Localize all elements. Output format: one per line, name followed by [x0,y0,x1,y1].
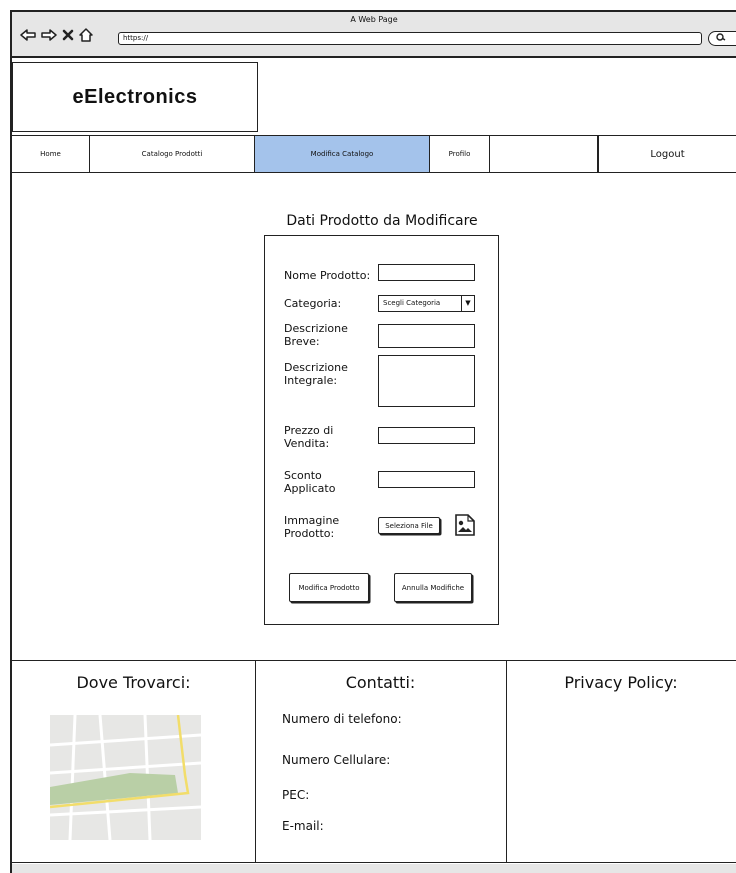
sconto-input[interactable] [378,471,475,488]
annulla-modifiche-button[interactable]: Annulla Modifiche [394,573,472,602]
descrizione-integrale-label: Descrizione Integrale: [284,361,348,387]
nome-prodotto-label: Nome Prodotto: [284,269,371,282]
nav-item-empty [490,136,598,172]
prezzo-label: Prezzo di Vendita: [284,424,333,450]
url-field[interactable]: https:// [118,32,702,45]
nav-item-catalogo-prodotti[interactable]: Catalogo Prodotti [90,136,255,172]
select-file-button[interactable]: Seleziona File [378,517,440,534]
modifica-prodotto-button[interactable]: Modifica Prodotto [289,573,369,602]
back-arrow-icon[interactable] [20,29,36,41]
categoria-label: Categoria: [284,297,342,310]
descrizione-breve-label-line2: Breve: [284,335,320,348]
immagine-label-line2: Prodotto: [284,527,335,540]
sconto-label-line2: Applicato [284,482,336,495]
home-icon[interactable] [79,28,93,42]
map-image[interactable] [50,715,201,840]
search-icon [716,33,726,44]
numero-cellulare-label: Numero Cellulare: [282,753,391,767]
browser-toolbar: A Web Page https:// [10,10,736,58]
descrizione-integrale-label-line1: Descrizione [284,361,348,374]
prezzo-input[interactable] [378,427,475,444]
nav-item-home[interactable]: Home [12,136,90,172]
prezzo-label-line1: Prezzo di [284,424,334,437]
forward-arrow-icon[interactable] [41,29,57,41]
categoria-select[interactable]: Scegli Categoria ▼ [378,295,475,312]
site-logo[interactable]: eElectronics [12,62,258,132]
nav-item-profilo[interactable]: Profilo [430,136,490,172]
prezzo-label-line2: Vendita: [284,437,330,450]
descrizione-integrale-textarea[interactable] [378,355,475,407]
browser-search-field[interactable] [708,31,736,46]
nome-prodotto-input[interactable] [378,264,475,281]
numero-telefono-label: Numero di telefono: [282,712,402,726]
logout-button[interactable]: Logout [598,136,736,172]
descrizione-breve-label-line1: Descrizione [284,322,348,335]
privacy-policy-title[interactable]: Privacy Policy: [506,673,736,692]
sconto-label-line1: Sconto [284,469,322,482]
nav-item-modifica-catalogo[interactable]: Modifica Catalogo [255,136,430,172]
form-title: Dati Prodotto da Modificare [286,213,478,229]
email-label: E-mail: [282,819,324,833]
sconto-label: Sconto Applicato [284,469,335,495]
browser-status-bar [12,864,736,873]
pec-label: PEC: [282,788,310,802]
immagine-label-line1: Immagine [284,514,340,527]
chevron-down-icon[interactable]: ▼ [461,296,474,311]
contatti-title: Contatti: [345,673,416,692]
descrizione-integrale-label-line2: Integrale: [284,374,338,387]
window-title: A Web Page [350,15,398,24]
main-nav: Home Catalogo Prodotti Modifica Catalogo… [12,135,736,173]
descrizione-breve-input[interactable] [378,324,475,348]
categoria-selected-value: Scegli Categoria [383,299,441,307]
dove-trovarci-title: Dove Trovarci: [76,673,191,692]
descrizione-breve-label: Descrizione Breve: [284,322,348,348]
immagine-label: Immagine Prodotto: [284,514,339,540]
close-x-icon[interactable] [62,29,74,41]
image-file-icon[interactable] [455,514,475,536]
